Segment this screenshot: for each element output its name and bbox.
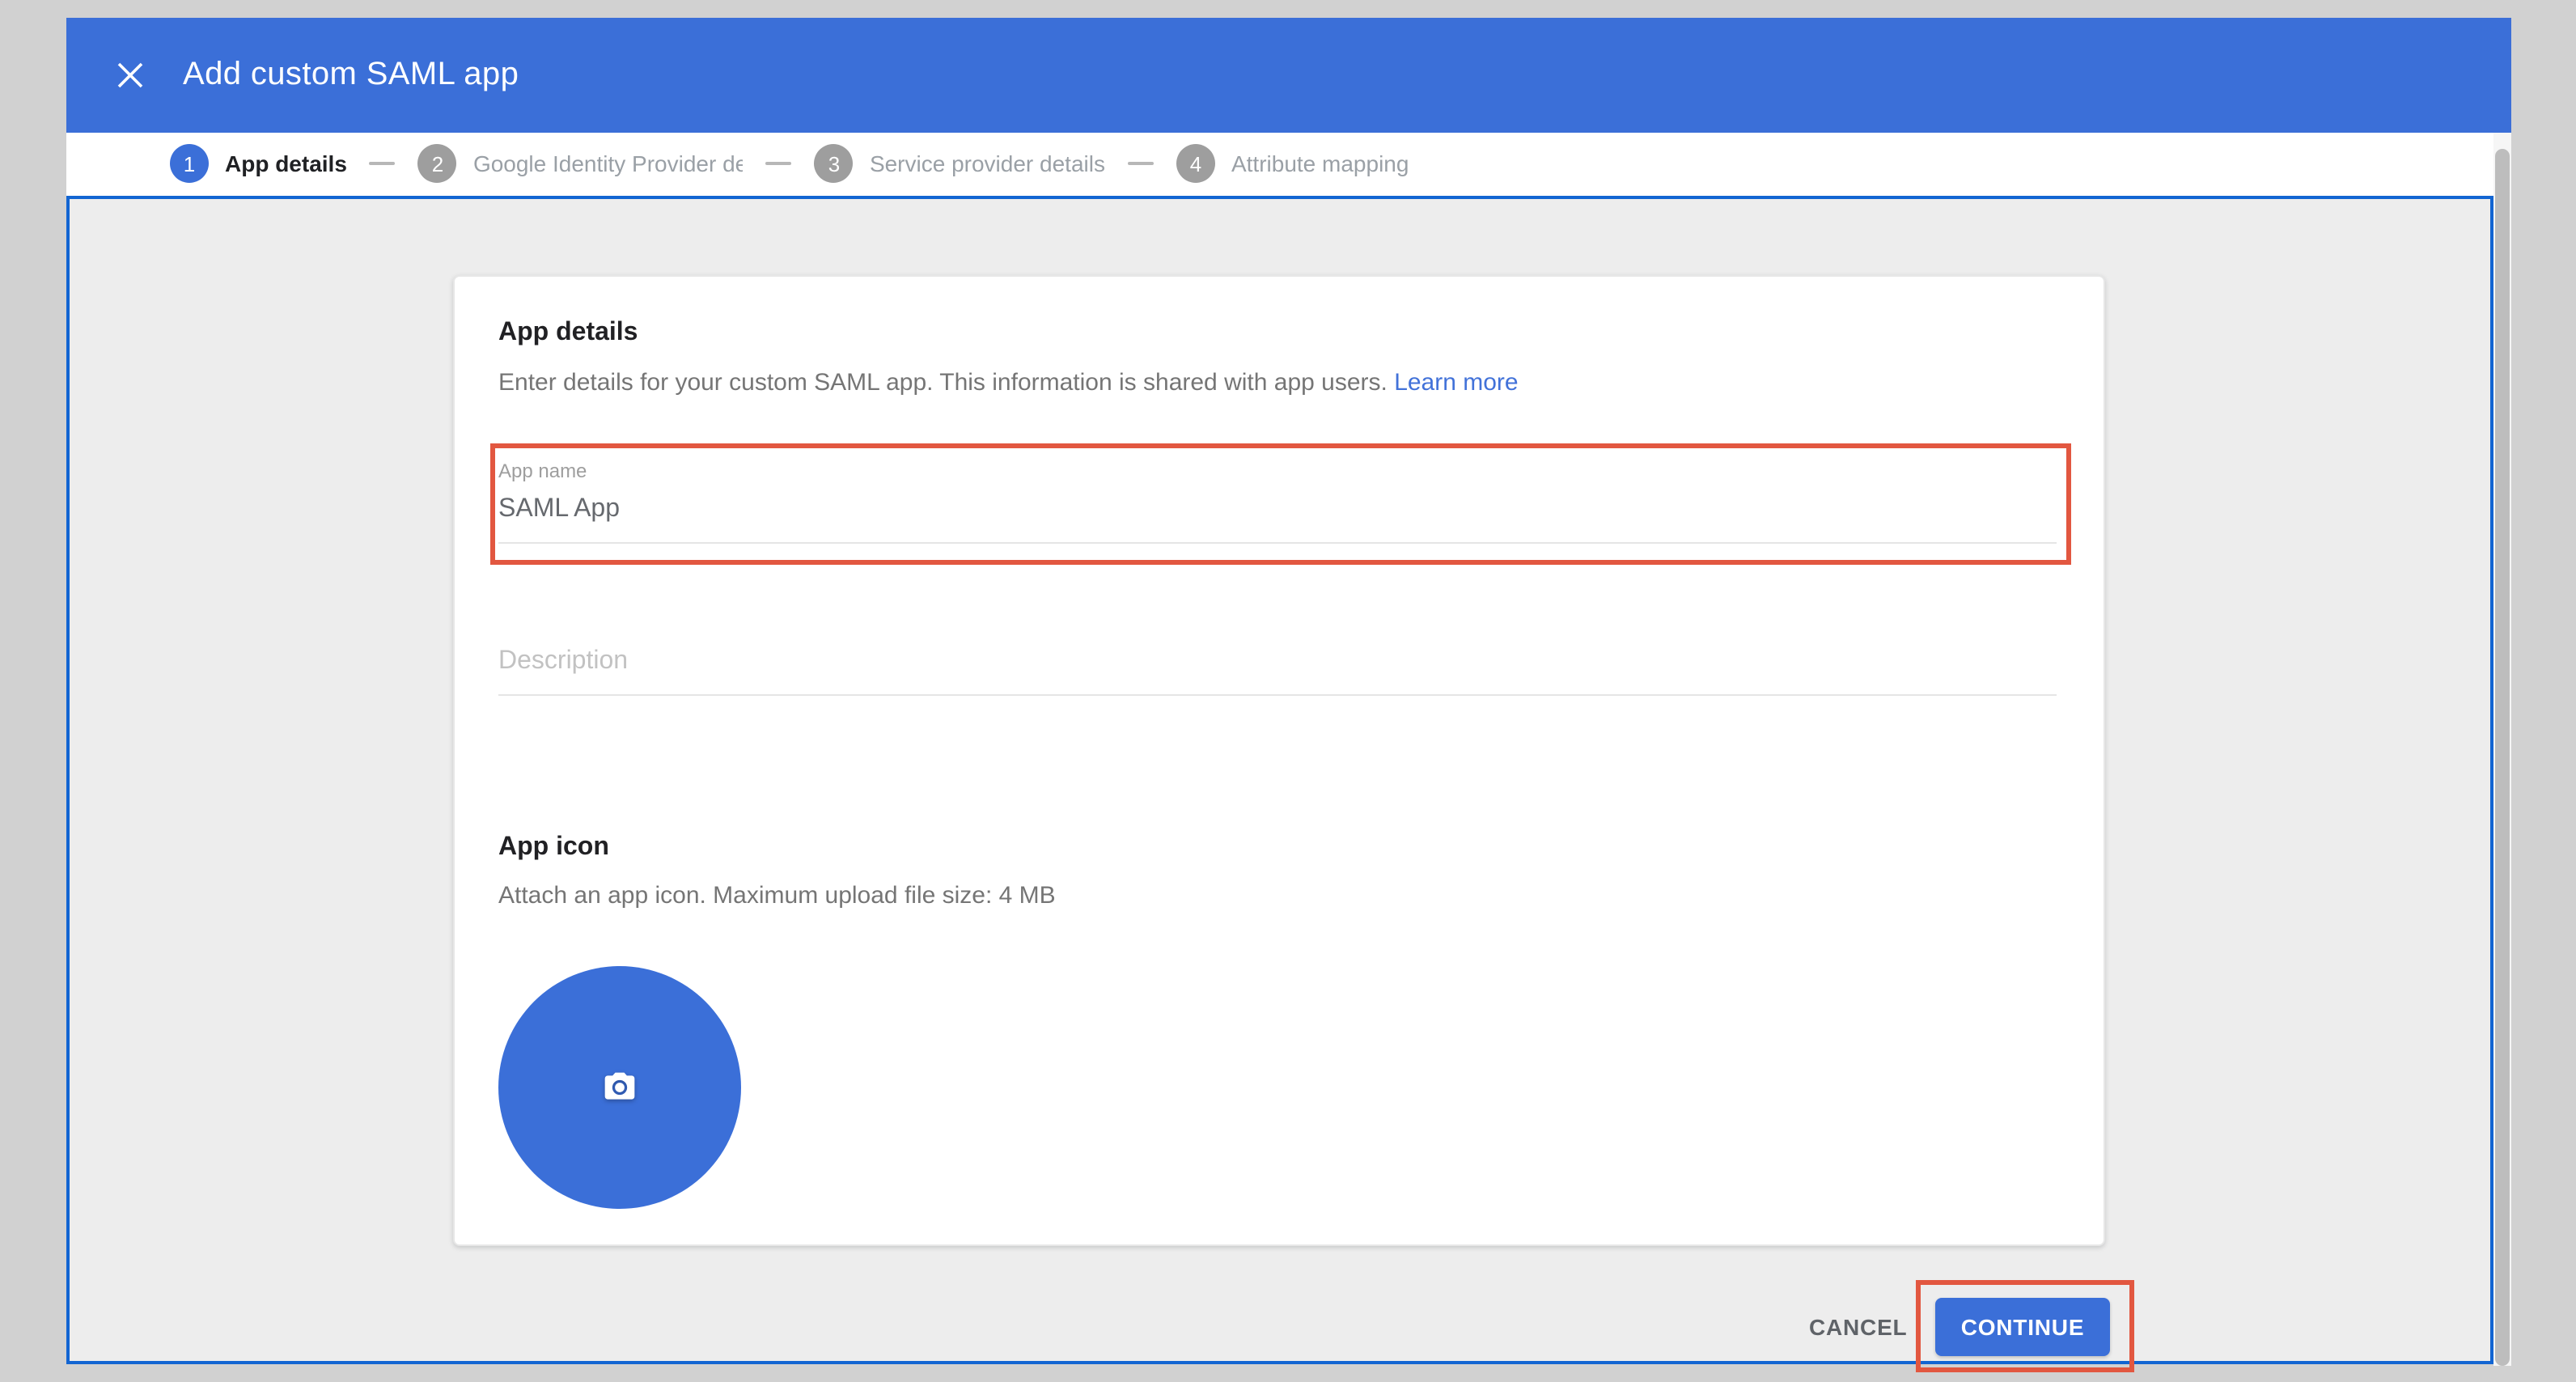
step-2-circle: 2 — [418, 145, 457, 184]
description-underline — [498, 693, 2057, 695]
step-service-provider-details[interactable]: 3 Service provider details — [815, 145, 1105, 184]
learn-more-link[interactable]: Learn more — [1394, 369, 1518, 396]
step-4-circle: 4 — [1176, 145, 1215, 184]
app-icon-hint: Attach an app icon. Maximum upload file … — [498, 882, 1056, 909]
add-custom-saml-app-dialog: Add custom SAML app 1 App details 2 Goog… — [0, 0, 2576, 1382]
step-4-label: Attribute mapping — [1231, 151, 1409, 177]
app-name-input[interactable]: SAML App — [498, 494, 620, 524]
step-1-circle: 1 — [170, 145, 209, 184]
step-1-label: App details — [225, 151, 347, 177]
step-2-label: Google Identity Provider details — [473, 151, 744, 177]
wizard-stepper: 1 App details 2 Google Identity Provider… — [66, 132, 2511, 196]
step-separator — [1128, 163, 1154, 166]
close-button[interactable] — [102, 47, 157, 102]
close-icon — [116, 61, 143, 88]
step-3-circle: 3 — [815, 145, 854, 184]
cancel-button[interactable]: CANCEL — [1793, 1298, 1923, 1356]
step-app-details[interactable]: 1 App details — [170, 145, 347, 184]
scrollbar-track[interactable] — [2493, 132, 2511, 1365]
step-separator — [370, 163, 396, 166]
dialog-title: Add custom SAML app — [183, 56, 519, 93]
step-3-label: Service provider details — [870, 151, 1105, 177]
section-description-text: Enter details for your custom SAML app. … — [498, 369, 1388, 396]
dialog-header: Add custom SAML app — [66, 17, 2511, 132]
app-details-card: App details Enter details for your custo… — [453, 274, 2105, 1245]
scrollbar-thumb[interactable] — [2495, 148, 2510, 1365]
step-attribute-mapping[interactable]: 4 Attribute mapping — [1176, 145, 1409, 184]
camera-icon — [602, 1070, 638, 1105]
app-icon-title: App icon — [498, 833, 609, 862]
app-name-label: App name — [498, 460, 587, 482]
section-title: App details — [498, 319, 638, 348]
app-name-underline — [498, 541, 2057, 543]
step-google-idp-details[interactable]: 2 Google Identity Provider details — [418, 145, 744, 184]
description-input[interactable]: Description — [498, 646, 628, 676]
step-separator — [766, 163, 792, 166]
section-description: Enter details for your custom SAML app. … — [498, 369, 1519, 396]
app-icon-upload-button[interactable] — [498, 966, 741, 1209]
continue-button[interactable]: CONTINUE — [1935, 1298, 2110, 1356]
